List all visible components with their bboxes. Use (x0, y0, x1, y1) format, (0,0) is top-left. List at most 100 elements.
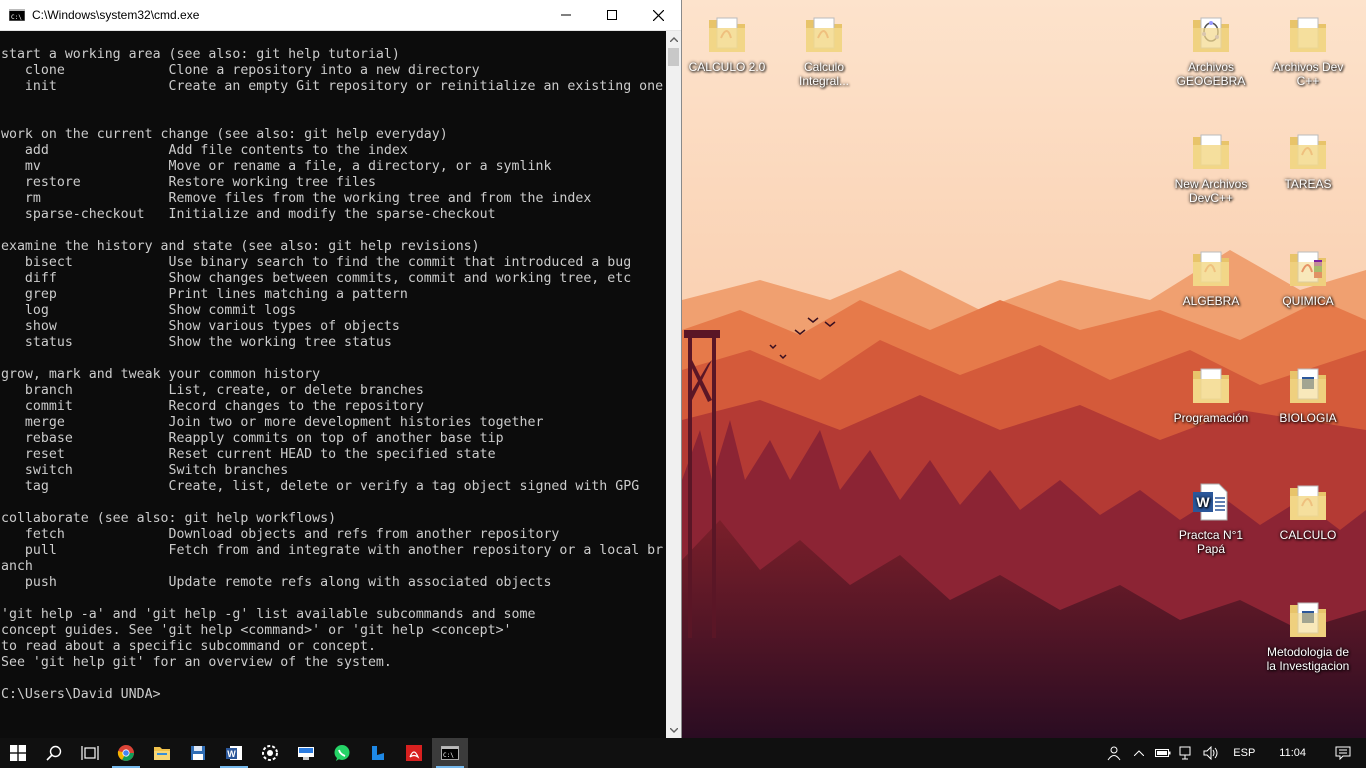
tray-overflow-button[interactable] (1127, 738, 1151, 768)
terminal-line: restore Restore working tree files (1, 175, 376, 190)
pdf-folder-icon (806, 17, 842, 52)
desktop-icon-tareas[interactable]: TAREAS (1265, 127, 1351, 191)
pdf-folder-icon (1193, 251, 1229, 286)
terminal-line: init Create an empty Git repository or r… (1, 79, 664, 94)
maximize-button[interactable] (589, 0, 635, 31)
terminal-line: grow, mark and tweak your common history (1, 367, 321, 382)
taskbar-clock[interactable]: 11:04 (1265, 747, 1320, 759)
taskbar: W C:\ ESP 11:04 (0, 738, 1366, 768)
file-explorer-icon (154, 747, 170, 760)
terminal-line: show Show various types of objects (1, 319, 400, 334)
network-app-icon (298, 747, 314, 760)
taskbar-save-app[interactable] (180, 738, 216, 768)
terminal-line: work on the current change (see also: gi… (1, 127, 448, 142)
terminal-line: 'git help -a' and 'git help -g' list ava… (1, 607, 536, 622)
desktop-icon-label: CALCULO (1279, 528, 1337, 542)
tray-network-button[interactable] (1175, 738, 1199, 768)
desktop-icon-algebra[interactable]: ALGEBRA (1168, 244, 1254, 308)
terminal-line: fetch Download objects and refs from ano… (1, 527, 560, 542)
desktop-icon-practica-papa[interactable]: W Practca N°1 Papá (1168, 478, 1254, 556)
tray-battery-button[interactable] (1151, 738, 1175, 768)
chrome-icon (117, 745, 134, 761)
geogebra-folder-icon (1193, 17, 1229, 52)
window-titlebar[interactable]: C:\ C:\Windows\system32\cmd.exe (0, 0, 681, 31)
blue-app-icon (372, 746, 384, 760)
whatsapp-icon (334, 745, 350, 761)
tray-people-button[interactable] (1103, 738, 1127, 768)
winrar-folder-icon (1290, 251, 1326, 286)
terminal-output-area[interactable]: start a working area (see also: git help… (0, 31, 666, 738)
pdf-folder-icon (1290, 485, 1326, 520)
taskbar-word[interactable]: W (216, 738, 252, 768)
terminal-line: branch List, create, or delete branches (1, 383, 424, 398)
close-button[interactable] (635, 0, 681, 31)
cmd-window[interactable]: C:\ C:\Windows\system32\cmd.exe start a … (0, 0, 682, 738)
svg-text:C:\: C:\ (11, 14, 22, 21)
windows-start-icon (10, 745, 26, 761)
svg-text:C:\: C:\ (443, 752, 454, 759)
system-tray: ESP 11:04 (1103, 738, 1366, 768)
desktop-icon-archivos-dev-cpp[interactable]: Archivos Dev C++ (1265, 10, 1351, 88)
svg-text:W: W (227, 749, 236, 759)
close-icon (652, 9, 664, 21)
search-icon (46, 745, 62, 761)
desktop-icon-metodologia[interactable]: Metodologia de la Investigacion (1265, 595, 1351, 673)
desktop-icon-label: Metodologia de la Investigacion (1266, 645, 1350, 673)
terminal-line: status Show the working tree status (1, 335, 392, 350)
taskbar-blue-app[interactable] (360, 738, 396, 768)
scrollbar-thumb[interactable] (668, 48, 679, 66)
desktop-icon-new-archivos-devcpp[interactable]: New Archivos DevC++ (1168, 127, 1254, 205)
network-icon (1179, 746, 1191, 760)
terminal-line: commit Record changes to the repository (1, 399, 424, 414)
desktop-icon-calculo[interactable]: CALCULO (1265, 478, 1351, 542)
save-disk-icon (191, 746, 205, 760)
search-button[interactable] (36, 738, 72, 768)
desktop-icon-label: New Archivos DevC++ (1174, 177, 1248, 205)
desktop-icon-label: BIOLOGIA (1279, 411, 1337, 425)
desktop-icon-quimica[interactable]: QUIMICA (1265, 244, 1351, 308)
taskbar-acrobat[interactable] (396, 738, 432, 768)
input-language-indicator[interactable]: ESP (1223, 747, 1265, 759)
action-center-button[interactable] (1320, 738, 1366, 768)
desktop-icon-archivos-geogebra[interactable]: Archivos GEOGEBRA (1168, 10, 1254, 88)
scroll-up-button[interactable] (666, 31, 681, 47)
tray-volume-button[interactable] (1199, 738, 1223, 768)
taskbar-chrome[interactable] (108, 738, 144, 768)
scroll-down-button[interactable] (666, 722, 681, 738)
terminal-line: merge Join two or more development histo… (1, 415, 544, 430)
folder-icon (1290, 17, 1326, 52)
minimize-button[interactable] (543, 0, 589, 31)
desktop-icon-label: Archivos Dev C++ (1272, 60, 1344, 88)
taskbar-settings-app[interactable] (252, 738, 288, 768)
terminal-line: switch Switch branches (1, 463, 289, 478)
desktop-icon-programacion[interactable]: Programación (1168, 361, 1254, 425)
pdf-folder-icon (1290, 134, 1326, 169)
terminal-line: clone Clone a repository into a new dire… (1, 63, 480, 78)
vertical-scrollbar[interactable] (666, 31, 681, 738)
task-view-button[interactable] (72, 738, 108, 768)
notification-icon (1335, 746, 1351, 760)
terminal-line: start a working area (see also: git help… (1, 47, 400, 62)
desktop-icon-calculo-integral[interactable]: Calculo Integral... (781, 10, 867, 88)
acrobat-icon (406, 745, 422, 761)
folder-icon (1193, 368, 1229, 403)
terminal-line: push Update remote refs along with assoc… (1, 575, 552, 590)
terminal-line: tag Create, list, delete or verify a tag… (1, 479, 640, 494)
desktop-icon-biologia[interactable]: BIOLOGIA (1265, 361, 1351, 425)
taskbar-file-explorer[interactable] (144, 738, 180, 768)
start-button[interactable] (0, 738, 36, 768)
taskbar-cmd[interactable]: C:\ (432, 738, 468, 768)
chevron-up-icon (1134, 750, 1145, 756)
terminal-line: grep Print lines matching a pattern (1, 287, 408, 302)
word-folder-icon (1290, 368, 1326, 403)
settings-app-icon (262, 745, 278, 761)
word-document-icon: W (1193, 483, 1228, 521)
window-title: C:\Windows\system32\cmd.exe (32, 8, 200, 22)
terminal-line: C:\Users\David UNDA> (1, 687, 161, 702)
taskbar-network-app[interactable] (288, 738, 324, 768)
taskbar-whatsapp[interactable] (324, 738, 360, 768)
terminal-output: start a working area (see also: git help… (0, 47, 663, 703)
terminal-line: mv Move or rename a file, a directory, o… (1, 159, 552, 174)
desktop-icon-calculo-2[interactable]: CALCULO 2.0 (684, 10, 770, 74)
folder-icon (1193, 134, 1229, 169)
